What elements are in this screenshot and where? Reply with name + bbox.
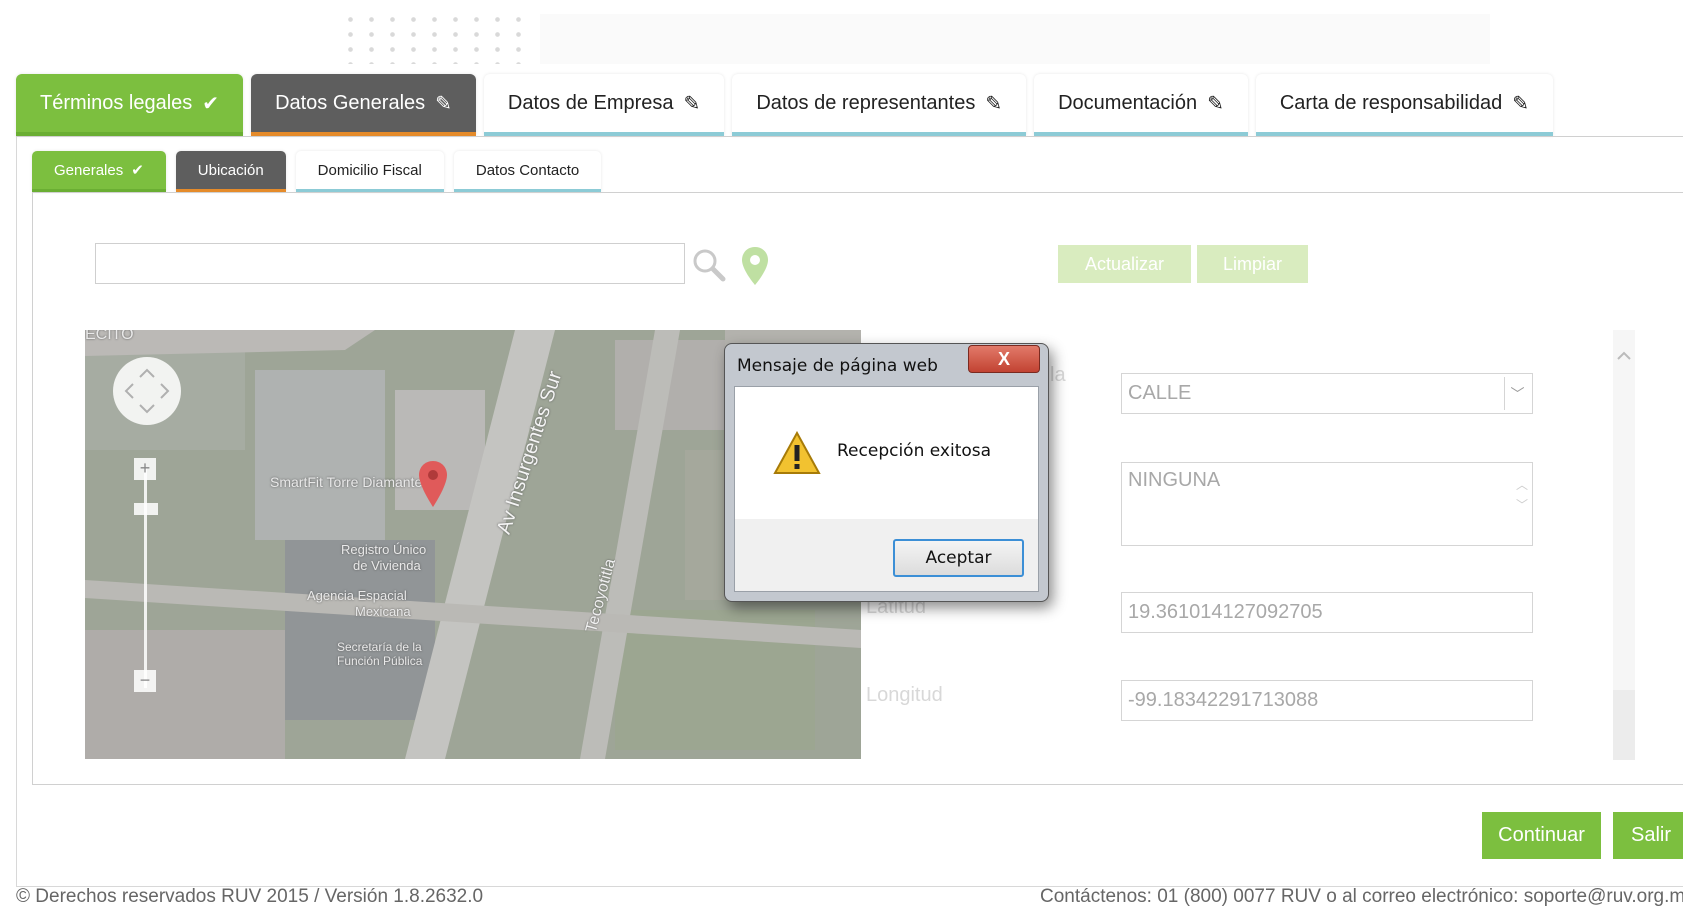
check-icon: ✔ [202,92,220,115]
main-tabs: Términos legales ✔ Datos Generales ✎ Dat… [16,74,1561,136]
tab-label: Datos de Empresa [507,91,674,114]
reference-textarea[interactable]: NINGUNA ︿ ﹀ [1121,462,1533,546]
latitude-field[interactable]: 19.361014127092705 [1121,592,1533,633]
pan-arrows-icon [124,368,170,414]
header-band [540,14,1490,64]
map-poi-label: SmartFit Torre Diamante [270,474,423,490]
scrollbar-thumb[interactable] [1613,690,1635,760]
clear-button[interactable]: Limpiar [1197,245,1308,283]
zoom-out-button[interactable]: − [134,670,156,692]
tab-label: Carta de responsabilidad [1279,91,1503,114]
map-poi-label: Secretaría de la [337,640,422,654]
map-marker-icon[interactable] [418,460,448,508]
ok-button[interactable]: Aceptar [893,539,1024,577]
field-label: la [1050,364,1066,386]
tab-datos-empresa[interactable]: Datos de Empresa ✎ [483,74,725,136]
location-pin-icon[interactable] [741,246,769,286]
dialog-body: Recepción exitosa Aceptar [734,386,1039,592]
map-poi-label: Función Pública [337,654,423,668]
tab-carta-responsabilidad[interactable]: Carta de responsabilidad ✎ [1255,74,1553,136]
warning-icon [773,431,821,474]
close-button[interactable]: X [968,345,1040,373]
form-scrollbar[interactable] [1613,330,1635,760]
latitude-value: 19.361014127092705 [1128,601,1323,623]
tab-terminos-legales[interactable]: Términos legales ✔ [16,74,244,136]
check-icon: ✔ [131,162,144,179]
exit-button[interactable]: Salir [1613,812,1683,859]
subtab-label: Datos Contacto [475,161,580,179]
tab-label: Términos legales [40,91,193,114]
update-button[interactable]: Actualizar [1058,245,1191,283]
pencil-icon: ✎ [985,92,1003,115]
street-type-select[interactable]: CALLE ﹀ [1121,373,1533,414]
address-search-input[interactable] [95,243,685,284]
zoom-slider-track[interactable] [144,468,147,688]
dialog-message: Recepción exitosa [837,441,992,461]
tab-datos-representantes[interactable]: Datos de representantes ✎ [732,74,1027,136]
pencil-icon: ✎ [1512,92,1529,115]
map-poi-label: Mexicana [355,604,411,619]
subtab-ubicacion[interactable]: Ubicación [175,151,286,192]
longitude-field[interactable]: -99.18342291713088 [1121,680,1533,721]
subtab-domicilio-fiscal[interactable]: Domicilio Fiscal [295,151,444,192]
dialog-title: Mensaje de página web [737,356,938,376]
footer-copyright: © Derechos reservados RUV 2015 / Versión… [16,886,484,907]
tab-label: Documentación [1058,91,1198,114]
subtab-label: Domicilio Fiscal [317,161,422,179]
longitude-label: Longitud [866,684,943,706]
subtab-datos-contacto[interactable]: Datos Contacto [453,151,602,192]
message-dialog: Mensaje de página web X Recepción exitos… [724,343,1049,602]
tab-label: Datos de representantes [756,91,976,114]
continue-button[interactable]: Continuar [1482,812,1601,859]
street-type-value: CALLE [1128,382,1192,404]
chevron-up-icon[interactable] [1616,348,1632,364]
decorative-dots [340,12,530,64]
zoom-in-button[interactable]: + [134,458,156,480]
map-pan-control[interactable] [113,357,181,425]
search-icon[interactable] [692,248,726,282]
pencil-icon: ✎ [1207,92,1224,115]
zoom-slider-handle[interactable] [134,503,158,515]
sub-tabs: Generales ✔ Ubicación Domicilio Fiscal D… [32,151,611,192]
map-label: ECITO [85,330,134,343]
tab-label: Datos Generales [275,91,426,114]
subtab-label: Generales [54,161,124,179]
map-poi-label: Registro Único [341,542,427,557]
pencil-icon: ✎ [435,92,452,115]
textarea-scroll-arrows-icon: ︿ ﹀ [1515,478,1528,512]
longitude-value: -99.18342291713088 [1128,689,1319,711]
pencil-icon: ✎ [683,92,701,115]
chevron-down-icon: ﹀ [1504,377,1530,410]
subtab-generales[interactable]: Generales ✔ [32,151,166,192]
map-poi-label: de Vivienda [353,558,421,573]
footer-contact: Contáctenos: 01 (800) 0077 RUV o al corr… [1040,886,1683,907]
tab-documentacion[interactable]: Documentación ✎ [1034,74,1248,136]
map-poi-label: Agencia Espacial [307,588,407,603]
reference-value: NINGUNA [1128,469,1221,491]
subtab-label: Ubicación [197,161,264,179]
tab-datos-generales[interactable]: Datos Generales ✎ [251,74,476,136]
